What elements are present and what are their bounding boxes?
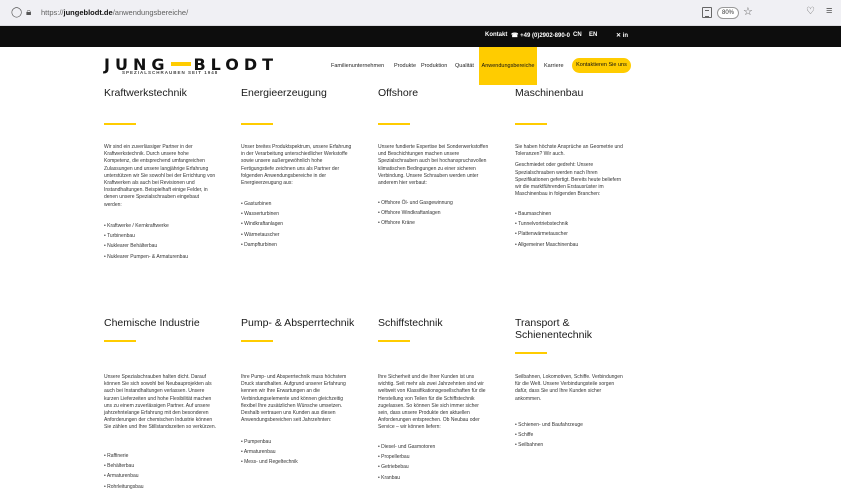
nav-qualitaet[interactable]: Qualität [455,63,474,69]
card-list-schiffstechnik: Diesel- und Gasmotoren Propellerbau Getr… [378,444,490,485]
site-topbar: Kontakt ☎ +49 (0)2902-890-0 CN EN ✕ in [0,26,841,47]
list-item: Allgemeiner Maschinenbau [515,242,627,248]
card-list-maschinenbau: Baumaschinen Tunnelvortriebstechnik Plat… [515,211,627,252]
card-title-energieerzeugung: Energieerzeugung [241,87,327,99]
browser-toolbar: ◯ 🔒︎ https://jungeblodt.de/anwendungsber… [0,0,841,26]
card-text-kraftwerkstechnik: Wir sind ein zuverlässiger Partner in de… [104,144,216,208]
list-item: Armaturenbau [241,449,353,455]
topbar-kontakt-link[interactable]: Kontakt [485,32,507,38]
list-item: Diesel- und Gasmotoren [378,444,490,450]
card-title-transport-schienentechnik: Transport & Schienentechnik [515,317,593,341]
list-item: Windkraftanlagen [241,221,353,227]
topbar-phone-link[interactable]: ☎ +49 (0)2902-890-0 [511,32,570,39]
list-item: Tunnelvortriebstechnik [515,221,627,227]
card-text-offshore: Unsere fundierte Expertise bei Sonderwer… [378,144,489,187]
card-title-offshore: Offshore [378,87,419,99]
card-list-energieerzeugung: Gasturbinen Wasserturbinen Windkraftanla… [241,201,353,252]
card-title-maschinenbau: Maschinenbau [515,87,584,99]
card-text-pump-absperrtechnik: Ihre Pump- und Absperrtechnik muss höchs… [241,374,347,424]
url-prefix: https:// [41,8,64,17]
nav-anwendungsbereiche[interactable]: Anwendungsbereiche [479,47,537,85]
social-icons[interactable]: ✕ in [616,32,628,39]
card-list-kraftwerkstechnik: Kraftwerke / Kernkraftwerke Turbinenbau … [104,223,216,264]
title-underline [241,340,273,342]
card-title-chemische-industrie: Chemische Industrie [104,317,200,329]
card-text-chemische-industrie: Unsere Spezialschrauben halten dicht. Da… [104,374,217,431]
bookmark-star-icon[interactable]: ☆ [743,5,753,18]
list-item: Schiffe [515,432,627,438]
lock-icon[interactable]: 🔒︎ [26,7,31,19]
card-text-energieerzeugung: Unser breites Produktspektrum, unsere Er… [241,144,352,187]
url-path: /anwendungsbereiche/ [112,8,189,17]
logo-bar-icon [171,61,192,66]
title-underline [515,352,547,354]
list-item: Wasserturbinen [241,211,353,217]
list-item: Plattenwärmetauscher [515,231,627,237]
list-item: Nuklearer Behälterbau [104,243,216,249]
card-list-chemische-industrie: Raffinerie Behälterbau Armaturenbau Rohr… [104,453,216,494]
site-header: JUNG BLODT SPEZIALSCHRAUBEN SEIT 1948 Fam… [0,47,841,85]
url-bar[interactable]: https://jungeblodt.de/anwendungsbereiche… [41,8,188,17]
logo-subtitle: SPEZIALSCHRAUBEN SEIT 1948 [122,70,219,75]
card-list-pump-absperrtechnik: Pumpenbau Armaturenbau Mess- und Regelte… [241,439,353,470]
card-title-pump-absperrtechnik: Pump- & Absperrtechnik [241,317,355,329]
list-item: Wärmetauscher [241,232,353,238]
list-item: Dampfturbinen [241,242,353,248]
list-item: Turbinenbau [104,233,216,239]
shield-outline-icon[interactable]: ◯ [11,7,22,19]
url-domain: jungeblodt.de [63,8,113,17]
card-list-transport-schienentechnik: Schienen- und Baufahrzeuge Schiffe Seilb… [515,422,627,453]
card-title-schiffstechnik: Schiffstechnik [378,317,443,329]
list-item: Nuklearer Pumpen- & Armaturenbau [104,254,216,260]
list-item: Schienen- und Baufahrzeuge [515,422,627,428]
title-underline [241,123,273,125]
card-text-maschinenbau: Sie haben höchste Ansprüche an Geometrie… [515,144,623,198]
pocket-shield-icon[interactable]: ♡ [806,6,815,17]
hamburger-menu-icon[interactable]: ≡ [826,5,832,17]
list-item: Behälterbau [104,463,216,469]
lang-cn-link[interactable]: CN [573,32,582,38]
list-item: Kranbau [378,475,490,481]
list-item: Propellerbau [378,454,490,460]
card-list-offshore: Offshore Öl- und Gasgewinnung Offshore W… [378,200,490,231]
list-item: Pumpenbau [241,439,353,445]
title-underline [104,340,136,342]
title-underline [378,340,410,342]
list-item: Getriebebau [378,464,490,470]
title-underline [104,123,136,125]
reader-view-icon[interactable] [702,7,712,18]
lang-en-link[interactable]: EN [589,32,597,38]
zoom-level-badge[interactable]: 80% [717,7,739,19]
list-item: Baumaschinen [515,211,627,217]
list-item: Offshore Windkraftanlagen [378,210,490,216]
list-item: Raffinerie [104,453,216,459]
list-item: Offshore Öl- und Gasgewinnung [378,200,490,206]
nav-familienunternehmen[interactable]: Familienunternehmen [331,63,384,69]
list-item: Kraftwerke / Kernkraftwerke [104,223,216,229]
list-item: Seilbahnen [515,442,627,448]
list-item: Offshore Kräne [378,220,490,226]
title-underline [378,123,410,125]
nav-karriere[interactable]: Karriere [544,63,564,69]
nav-produkte[interactable]: Produkte [394,63,416,69]
card-title-kraftwerkstechnik: Kraftwerkstechnik [104,87,187,99]
list-item: Rohrleitungsbau [104,484,216,490]
title-underline [515,123,547,125]
list-item: Armaturenbau [104,473,216,479]
list-item: Gasturbinen [241,201,353,207]
nav-produktion[interactable]: Produktion [421,63,447,69]
card-text-schiffstechnik: Ihre Sicherheit und die Ihrer Kunden ist… [378,374,486,431]
contact-us-button[interactable]: Kontaktieren Sie uns [572,58,631,73]
card-text-transport-schienentechnik: Seilbahnen, Lokomotiven, Schiffe. Verbin… [515,374,623,402]
list-item: Mess- und Regeltechnik [241,459,353,465]
